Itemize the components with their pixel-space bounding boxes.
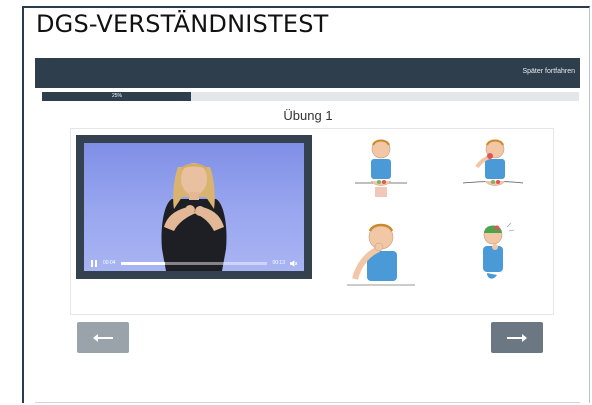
back-button[interactable] bbox=[77, 322, 129, 353]
exercise-panel: 00:04 00:13 bbox=[70, 128, 554, 315]
sign-illustration-3-icon bbox=[347, 223, 415, 286]
arrow-right-icon bbox=[507, 333, 527, 342]
current-time: 00:04 bbox=[103, 260, 116, 266]
video-scrubber-played bbox=[120, 261, 165, 265]
pause-icon[interactable] bbox=[90, 259, 98, 267]
video-player[interactable]: 00:04 00:13 bbox=[76, 135, 312, 279]
video-controls: 00:04 00:13 bbox=[84, 255, 304, 271]
video-screen[interactable]: 00:04 00:13 bbox=[84, 143, 304, 271]
video-scrubber[interactable] bbox=[120, 261, 268, 265]
answer-option-1[interactable] bbox=[341, 135, 421, 205]
answer-option-3[interactable] bbox=[341, 219, 421, 289]
sign-illustration-2-icon bbox=[462, 139, 524, 186]
duration-time: 00:13 bbox=[272, 260, 285, 266]
top-bar: Später fortfahren bbox=[35, 58, 580, 88]
progress-bar: 25% bbox=[42, 92, 579, 101]
answer-option-2[interactable] bbox=[453, 135, 533, 205]
arrow-left-icon bbox=[93, 333, 113, 342]
progress-label: 25% bbox=[111, 93, 122, 99]
answer-option-4[interactable] bbox=[453, 219, 533, 289]
progress-fill: 25% bbox=[42, 92, 192, 101]
sign-illustration-4-icon bbox=[483, 222, 515, 279]
signer-figure bbox=[161, 163, 227, 271]
volume-icon[interactable] bbox=[290, 259, 298, 267]
bottom-divider bbox=[35, 402, 580, 403]
continue-later-link[interactable]: Später fortfahren bbox=[522, 68, 575, 75]
exercise-title: Übung 1 bbox=[283, 108, 333, 123]
test-window: DGS-VERSTÄNDNISTEST Später fortfahren 25… bbox=[22, 6, 590, 403]
next-button[interactable] bbox=[491, 322, 543, 353]
page-title: DGS-VERSTÄNDNISTEST bbox=[36, 10, 329, 38]
sign-illustration-1-icon bbox=[355, 139, 407, 197]
